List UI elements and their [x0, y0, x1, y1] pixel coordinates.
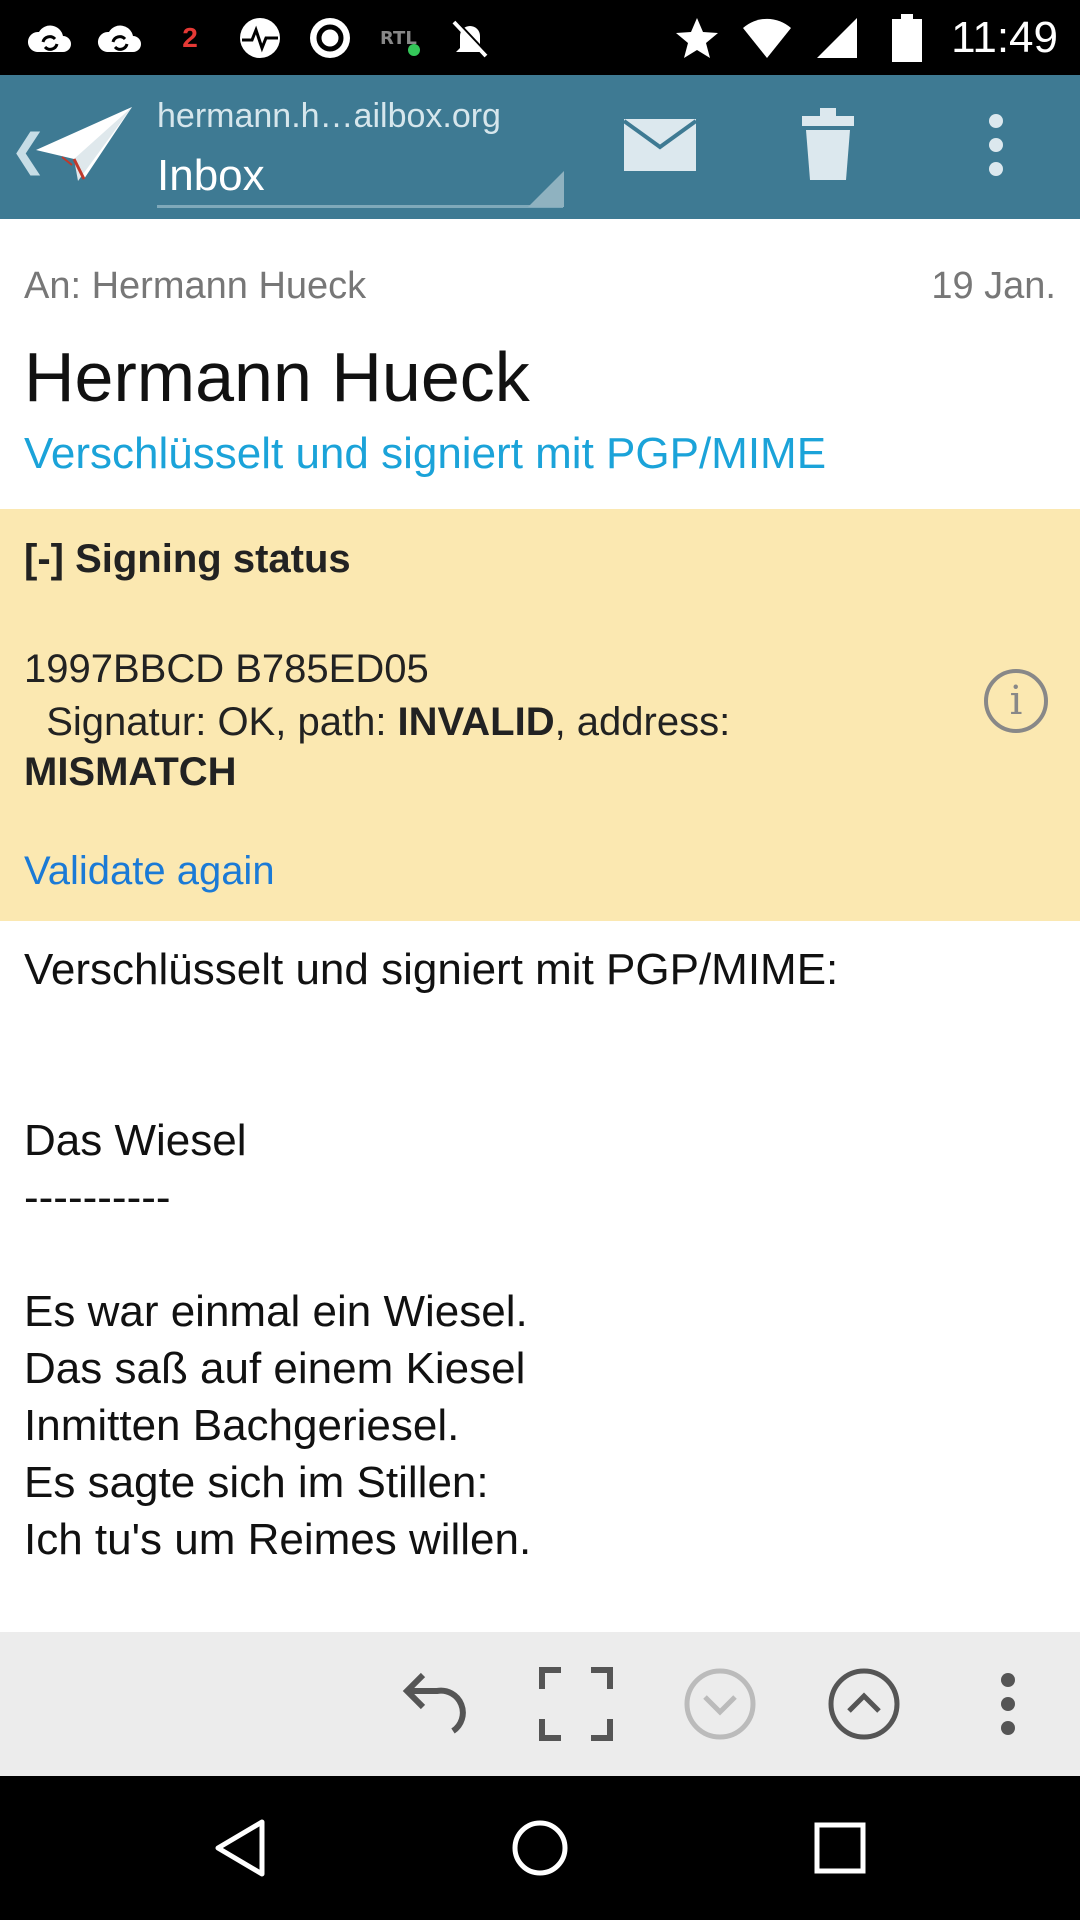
key-id: 1997BBCD B785ED05 — [24, 647, 429, 691]
recents-icon[interactable] — [790, 1798, 890, 1898]
globe-pulse-icon — [234, 12, 286, 64]
message-actions-bar — [0, 1632, 1080, 1776]
overflow-menu-icon[interactable] — [958, 1654, 1058, 1754]
back-icon[interactable] — [190, 1798, 290, 1898]
folder-spinner[interactable]: Inbox — [157, 151, 265, 201]
signal-icon — [811, 12, 863, 64]
status-bar-notifications: 2 RTL — [24, 12, 496, 64]
message-date: 19 Jan. — [931, 265, 1056, 307]
envelope-icon[interactable] — [610, 95, 710, 195]
signature-status-mid: , address: — [554, 700, 731, 744]
app-bar: ❮ hermann.h…ailbox.org Inbox — [0, 75, 1080, 219]
signature-status-prefix: Signatur: OK, path: — [46, 700, 398, 744]
spinner-arrow-icon — [528, 171, 564, 207]
notifications-off-icon — [444, 12, 496, 64]
rtl-app-icon: RTL — [374, 12, 426, 64]
message-body: Verschlüsselt und signiert mit PGP/MIME:… — [24, 945, 839, 1564]
crypto-label[interactable]: Verschlüsselt und signiert mit PGP/MIME — [24, 429, 826, 479]
number-two-icon: 2 — [182, 22, 198, 53]
validate-again-link[interactable]: Validate again — [24, 849, 275, 894]
next-message-icon[interactable] — [670, 1654, 770, 1754]
wifi-icon — [741, 12, 793, 64]
fullscreen-icon[interactable] — [526, 1654, 626, 1754]
path-value: INVALID — [397, 700, 555, 744]
star-icon — [671, 12, 723, 64]
home-icon[interactable] — [490, 1798, 590, 1898]
battery-icon — [881, 12, 933, 64]
previous-message-icon[interactable] — [814, 1654, 914, 1754]
signing-status-panel: [-] Signing status 1997BBCD B785ED05 Sig… — [0, 509, 1080, 921]
sender-name[interactable]: Hermann Hueck — [24, 337, 530, 417]
address-value: MISMATCH — [24, 750, 237, 794]
navigation-bar — [0, 1776, 1080, 1920]
recipient-line: An: Hermann Hueck — [24, 265, 367, 307]
reply-icon[interactable] — [382, 1654, 482, 1754]
trash-icon[interactable] — [778, 95, 878, 195]
circle-a-icon — [304, 12, 356, 64]
spinner-underline — [157, 205, 563, 208]
paper-plane-logo[interactable] — [32, 95, 142, 195]
status-bar-system: 11:49 — [671, 8, 1058, 68]
status-time: 11:49 — [951, 13, 1058, 62]
info-icon[interactable]: i — [984, 669, 1048, 733]
signing-status-toggle[interactable]: [-] Signing status — [24, 537, 351, 582]
signature-status: Signatur: OK, path: INVALID, address: MIS… — [24, 697, 944, 797]
cloud-sync-icon — [94, 12, 146, 64]
overflow-menu-icon[interactable] — [946, 95, 1046, 195]
cloud-sync-icon — [24, 12, 76, 64]
account-name[interactable]: hermann.h…ailbox.org — [157, 97, 501, 136]
status-bar: 2 RTL 11:49 — [0, 0, 1080, 75]
